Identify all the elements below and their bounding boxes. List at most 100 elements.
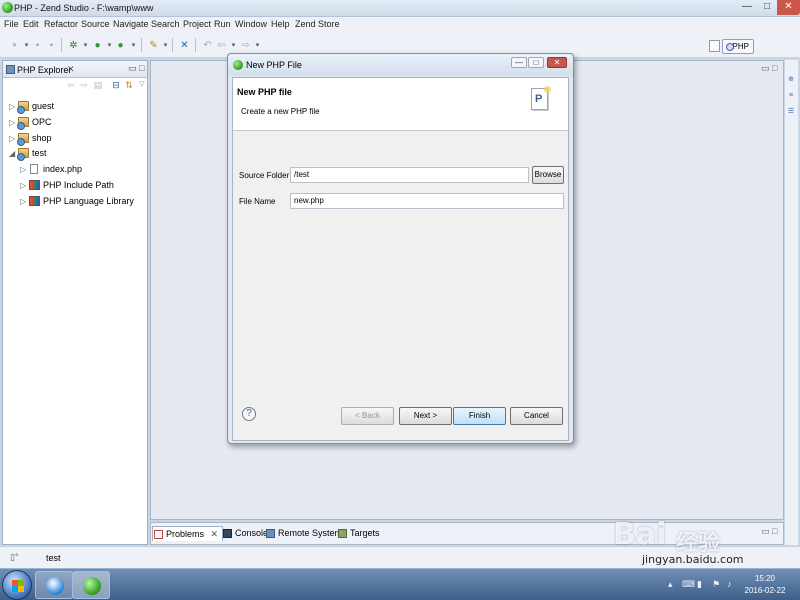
help-icon[interactable]: ? <box>242 407 256 421</box>
dialog-maximize-button[interactable]: □ <box>528 57 544 68</box>
collapse-all-icon[interactable]: ⊟ <box>111 80 121 90</box>
forward-nav-icon[interactable]: ⇨ <box>79 80 89 90</box>
tree-item-label: PHP Language Library <box>43 196 134 206</box>
maximize-view-icon[interactable]: □ <box>772 526 777 536</box>
volume-icon[interactable]: ♪ <box>727 579 732 589</box>
dialog-minimize-button[interactable]: — <box>511 57 527 68</box>
menu-project[interactable]: Project <box>183 19 211 29</box>
outline-icon[interactable]: ⊕ <box>787 76 795 84</box>
php-explorer-title: PHP Explorer <box>17 65 72 75</box>
network-icon[interactable]: ▮ <box>697 579 702 590</box>
taskbar-app-sogou[interactable] <box>35 571 73 599</box>
maximize-view-icon[interactable]: □ <box>772 63 777 73</box>
menu-refactor[interactable]: Refactor <box>44 19 78 29</box>
library-icon <box>29 180 40 190</box>
save-all-icon[interactable]: ▪ <box>46 40 57 51</box>
menu-help[interactable]: Help <box>271 19 290 29</box>
tab-label: Console <box>235 528 269 538</box>
dropdown-arrow-icon[interactable]: ▾ <box>80 40 91 51</box>
menu-zend-store[interactable]: Zend Store <box>295 19 340 29</box>
source-folder-input[interactable]: /test <box>290 167 529 183</box>
save-icon[interactable]: ▪ <box>32 40 43 51</box>
show-hidden-icons-icon[interactable]: ▴ <box>668 579 673 590</box>
new-icon[interactable]: ▫ <box>9 40 20 51</box>
tab-targets[interactable]: Targets <box>337 526 380 541</box>
tab-remote-systems[interactable]: Remote Systems <box>265 526 347 541</box>
zend-studio-icon <box>83 577 101 595</box>
menu-navigate[interactable]: Navigate <box>113 19 149 29</box>
menu-file[interactable]: File <box>4 19 19 29</box>
tab-label: Problems <box>166 529 205 539</box>
tab-console[interactable]: Console <box>222 526 268 541</box>
profile-icon[interactable]: ● <box>115 40 126 51</box>
link-editor-icon[interactable]: ⇅ <box>124 80 134 90</box>
expand-arrow-icon[interactable]: ▷ <box>9 134 15 143</box>
hierarchy-icon[interactable]: ≡ <box>787 92 795 100</box>
dropdown-arrow-icon[interactable]: ▾ <box>252 40 263 51</box>
dropdown-arrow-icon[interactable]: ▾ <box>228 40 239 51</box>
close-icon[interactable]: ✕ <box>211 529 219 539</box>
menu-run[interactable]: Run <box>214 19 231 29</box>
perspective-php-button[interactable]: PHP <box>722 39 754 54</box>
up-icon[interactable]: ▤ <box>93 80 103 90</box>
last-edit-icon[interactable]: ↶ <box>202 40 213 51</box>
browse-button[interactable]: Browse <box>532 166 564 184</box>
finish-button[interactable]: Finish <box>453 407 506 425</box>
taskbar-app-zend-studio[interactable] <box>72 571 110 599</box>
open-type-icon[interactable]: ✎ <box>148 40 159 51</box>
expand-arrow-icon[interactable]: ▷ <box>9 118 15 127</box>
dropdown-arrow-icon[interactable]: ▾ <box>128 40 139 51</box>
close-icon[interactable]: ✕ <box>67 64 75 75</box>
debug-icon[interactable]: ✲ <box>68 40 79 51</box>
back-nav-icon[interactable]: ⇦ <box>66 80 76 90</box>
toolbar-separator <box>195 38 196 52</box>
minimize-view-icon[interactable]: ▭ <box>128 63 137 74</box>
fast-view-icon[interactable]: ▯° <box>10 552 19 563</box>
php-perspective-icon <box>726 43 734 51</box>
tasks-icon[interactable]: ☰ <box>787 108 795 116</box>
start-button[interactable] <box>2 570 32 600</box>
expand-arrow-icon[interactable]: ▷ <box>20 181 26 190</box>
minimize-view-icon[interactable]: ▭ <box>761 526 770 537</box>
toolbar-separator <box>172 38 173 52</box>
back-icon[interactable]: ⇦ <box>216 40 227 51</box>
status-text: test <box>46 553 61 563</box>
expand-arrow-icon[interactable]: ▷ <box>20 197 26 206</box>
maximize-view-icon[interactable]: □ <box>139 63 144 73</box>
file-name-input[interactable]: new.php <box>290 193 564 209</box>
collapse-arrow-icon[interactable]: ◢ <box>9 149 15 158</box>
next-button[interactable]: Next > <box>399 407 452 425</box>
action-center-icon[interactable]: ⚑ <box>712 579 720 590</box>
open-perspective-button[interactable] <box>709 40 720 52</box>
menu-search[interactable]: Search <box>151 19 180 29</box>
menu-edit[interactable]: Edit <box>23 19 39 29</box>
minimize-button[interactable]: — <box>737 0 757 15</box>
tab-problems[interactable]: Problems ✕ <box>152 526 224 541</box>
remote-systems-icon <box>266 529 275 538</box>
expand-arrow-icon[interactable]: ▷ <box>20 165 26 174</box>
back-button[interactable]: < Back <box>341 407 394 425</box>
pin-icon[interactable]: ✕ <box>179 40 190 51</box>
watermark-url: jingyan.baidu.com <box>642 553 744 566</box>
dropdown-arrow-icon[interactable]: ▾ <box>160 40 171 51</box>
dropdown-arrow-icon[interactable]: ▾ <box>21 40 32 51</box>
tree-item-label: PHP Include Path <box>43 180 114 190</box>
run-icon[interactable]: ● <box>92 40 103 51</box>
close-button[interactable]: ✕ <box>777 0 800 15</box>
php-explorer-tab[interactable]: PHP Explorer ✕ ▭ □ <box>3 61 147 78</box>
windows-taskbar: ▴ ⌨ ▮ ⚑ ♪ 15:20 2016-02-22 <box>0 568 800 600</box>
view-menu-icon[interactable]: ▽ <box>137 80 147 90</box>
dialog-close-button[interactable]: ✕ <box>547 57 567 68</box>
minimize-view-icon[interactable]: ▭ <box>761 63 770 74</box>
system-clock[interactable]: 15:20 2016-02-22 <box>744 573 786 597</box>
menu-window[interactable]: Window <box>235 19 267 29</box>
expand-arrow-icon[interactable]: ▷ <box>9 102 15 111</box>
dropdown-arrow-icon[interactable]: ▾ <box>104 40 115 51</box>
window-title: PHP - Zend Studio - F:\wamp\www <box>14 3 154 13</box>
php-file-wizard-icon: P <box>531 86 551 110</box>
forward-icon[interactable]: ⇨ <box>240 40 251 51</box>
maximize-button[interactable]: □ <box>757 0 777 15</box>
cancel-button[interactable]: Cancel <box>510 407 563 425</box>
keyboard-icon[interactable]: ⌨ <box>682 579 695 590</box>
menu-source[interactable]: Source <box>81 19 110 29</box>
